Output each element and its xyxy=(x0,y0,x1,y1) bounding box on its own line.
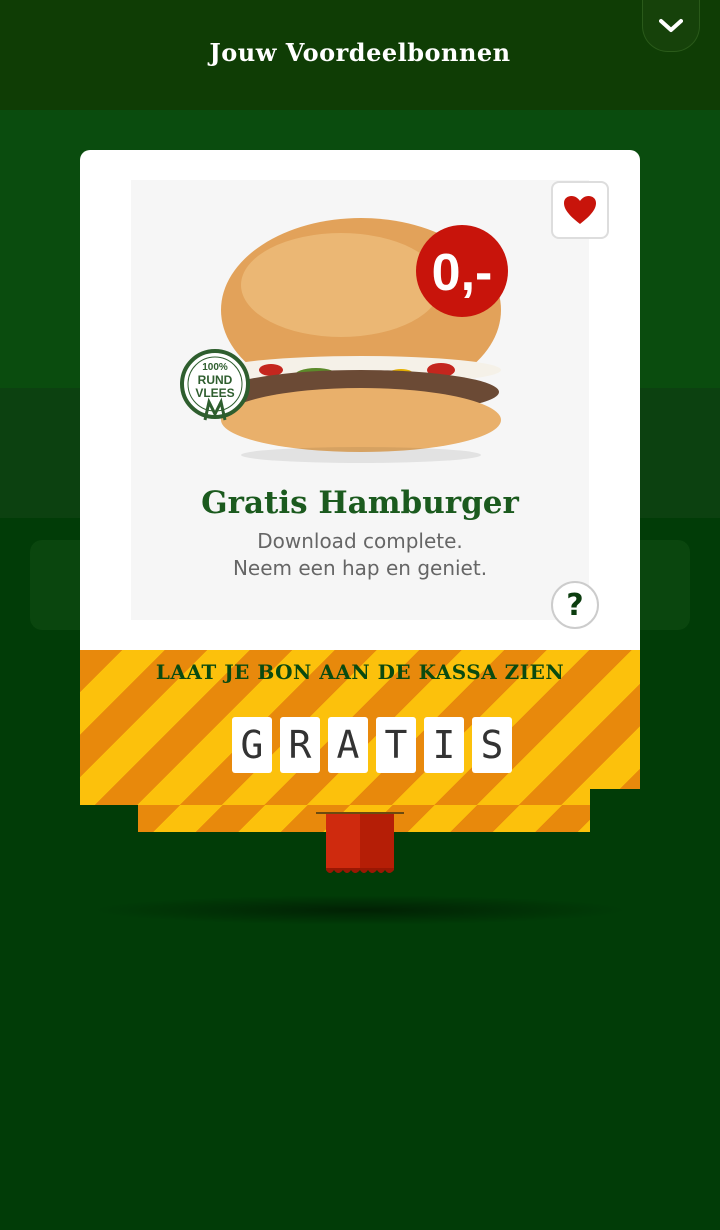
top-bar: Jouw Voordeelbonnen xyxy=(0,0,720,110)
cashier-instruction: LAAT JE BON AAN DE KASSA ZIEN xyxy=(155,660,565,684)
ribbon-bookmark[interactable] xyxy=(326,814,394,876)
help-button[interactable]: ? xyxy=(551,581,599,629)
beef-badge-text: 100% xyxy=(202,362,228,373)
heart-icon xyxy=(564,196,596,224)
price-badge-text: 0,- xyxy=(432,244,493,302)
bun-bottom xyxy=(221,388,501,452)
page-title: Jouw Voordeelbonnen xyxy=(209,38,511,67)
chevron-down-icon xyxy=(659,18,683,32)
coupon-image: 0,- 100% RUND VLEES Gratis Hamburger Dow… xyxy=(131,180,589,620)
code-character: T xyxy=(376,717,416,773)
code-character: S xyxy=(472,717,512,773)
card-shadow xyxy=(90,895,630,925)
coupon-subline: Download complete. xyxy=(257,529,463,553)
code-character: I xyxy=(424,717,464,773)
collapse-button[interactable] xyxy=(642,0,700,52)
beef-badge-text: RUND xyxy=(198,373,233,387)
favorite-button[interactable] xyxy=(551,181,609,239)
code-character: R xyxy=(280,717,320,773)
coupon-code: G R A T I S xyxy=(232,717,512,773)
coupon-subline: Neem een hap en geniet. xyxy=(233,556,487,580)
code-character: G xyxy=(232,717,272,773)
coupon-headline: Gratis Hamburger xyxy=(201,485,519,521)
code-character: A xyxy=(328,717,368,773)
banner-notch xyxy=(590,789,640,805)
beef-badge-text: VLEES xyxy=(195,386,234,400)
